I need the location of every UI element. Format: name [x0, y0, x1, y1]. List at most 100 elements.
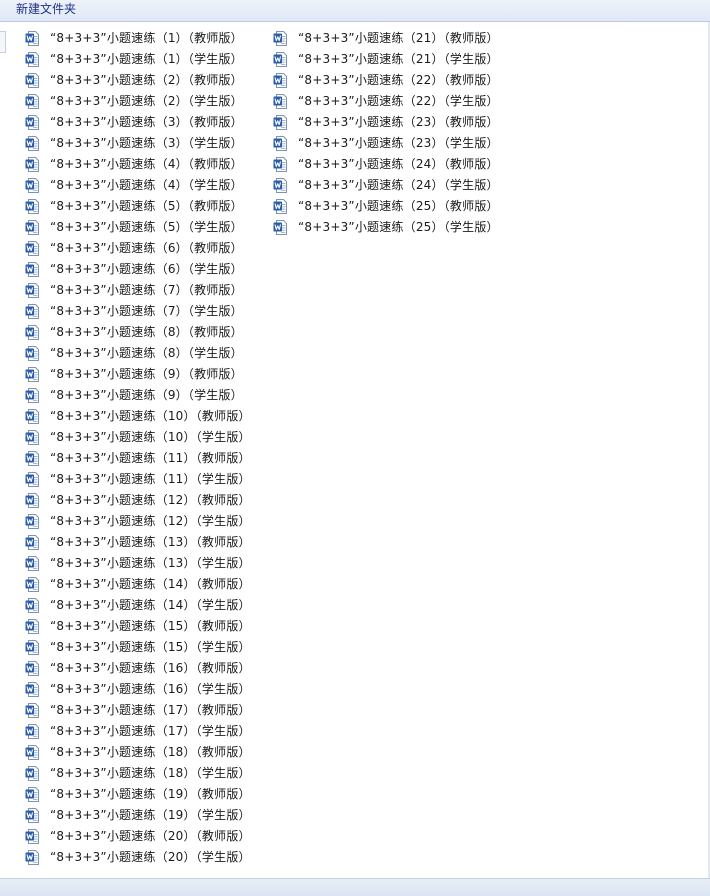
file-name: “8+3+3”小题速练（24）（教师版）: [298, 157, 499, 171]
file-item[interactable]: “8+3+3”小题速练（1）（学生版）: [25, 49, 251, 70]
file-item[interactable]: “8+3+3”小题速练（16）（教师版）: [25, 658, 251, 679]
file-name: “8+3+3”小题速练（25）（学生版）: [298, 220, 499, 234]
file-name: “8+3+3”小题速练（12）（教师版）: [50, 493, 251, 507]
file-item[interactable]: “8+3+3”小题速练（21）（教师版）: [273, 28, 499, 49]
file-item[interactable]: “8+3+3”小题速练（8）（学生版）: [25, 343, 251, 364]
file-name: “8+3+3”小题速练（5）（学生版）: [50, 220, 243, 234]
word-doc-icon: [25, 682, 39, 697]
word-doc-icon: [25, 241, 39, 256]
file-item[interactable]: “8+3+3”小题速练（18）（教师版）: [25, 742, 251, 763]
file-name: “8+3+3”小题速练（8）（教师版）: [50, 325, 243, 339]
file-name: “8+3+3”小题速练（18）（学生版）: [50, 766, 251, 780]
word-doc-icon: [25, 178, 39, 193]
word-doc-icon: [25, 31, 39, 46]
file-name: “8+3+3”小题速练（22）（教师版）: [298, 73, 499, 87]
file-item[interactable]: “8+3+3”小题速练（4）（教师版）: [25, 154, 251, 175]
file-item[interactable]: “8+3+3”小题速练（3）（教师版）: [25, 112, 251, 133]
file-item[interactable]: “8+3+3”小题速练（12）（学生版）: [25, 511, 251, 532]
file-item[interactable]: “8+3+3”小题速练（13）（学生版）: [25, 553, 251, 574]
word-doc-icon: [25, 598, 39, 613]
file-name: “8+3+3”小题速练（23）（教师版）: [298, 115, 499, 129]
file-item[interactable]: “8+3+3”小题速练（6）（学生版）: [25, 259, 251, 280]
word-doc-icon: [273, 94, 287, 109]
word-doc-icon: [273, 115, 287, 130]
file-item[interactable]: “8+3+3”小题速练（14）（教师版）: [25, 574, 251, 595]
file-item[interactable]: “8+3+3”小题速练（8）（教师版）: [25, 322, 251, 343]
file-name: “8+3+3”小题速练（23）（学生版）: [298, 136, 499, 150]
word-doc-icon: [25, 661, 39, 676]
file-item[interactable]: “8+3+3”小题速练（11）（教师版）: [25, 448, 251, 469]
word-doc-icon: [25, 451, 39, 466]
file-item[interactable]: “8+3+3”小题速练（9）（教师版）: [25, 364, 251, 385]
word-doc-icon: [273, 157, 287, 172]
file-column-2: “8+3+3”小题速练（21）（教师版） “8+3+3”小题速练（21）（学生版）…: [273, 28, 499, 238]
file-item[interactable]: “8+3+3”小题速练（25）（学生版）: [273, 217, 499, 238]
file-name: “8+3+3”小题速练（17）（学生版）: [50, 724, 251, 738]
file-item[interactable]: “8+3+3”小题速练（2）（教师版）: [25, 70, 251, 91]
file-name: “8+3+3”小题速练（17）（教师版）: [50, 703, 251, 717]
file-name: “8+3+3”小题速练（18）（教师版）: [50, 745, 251, 759]
word-doc-icon: [25, 409, 39, 424]
file-item[interactable]: “8+3+3”小题速练（3）（学生版）: [25, 133, 251, 154]
file-item[interactable]: “8+3+3”小题速练（5）（教师版）: [25, 196, 251, 217]
file-item[interactable]: “8+3+3”小题速练（7）（学生版）: [25, 301, 251, 322]
file-name: “8+3+3”小题速练（16）（学生版）: [50, 682, 251, 696]
word-doc-icon: [25, 283, 39, 298]
file-item[interactable]: “8+3+3”小题速练（11）（学生版）: [25, 469, 251, 490]
file-item[interactable]: “8+3+3”小题速练（23）（教师版）: [273, 112, 499, 133]
file-item[interactable]: “8+3+3”小题速练（22）（教师版）: [273, 70, 499, 91]
file-item[interactable]: “8+3+3”小题速练（23）（学生版）: [273, 133, 499, 154]
word-doc-icon: [273, 220, 287, 235]
word-doc-icon: [273, 73, 287, 88]
file-item[interactable]: “8+3+3”小题速练（18）（学生版）: [25, 763, 251, 784]
file-item[interactable]: “8+3+3”小题速练（25）（教师版）: [273, 196, 499, 217]
file-item[interactable]: “8+3+3”小题速练（9）（学生版）: [25, 385, 251, 406]
word-doc-icon: [273, 199, 287, 214]
word-doc-icon: [25, 808, 39, 823]
file-name: “8+3+3”小题速练（9）（学生版）: [50, 388, 243, 402]
file-name: “8+3+3”小题速练（10）（学生版）: [50, 430, 251, 444]
file-item[interactable]: “8+3+3”小题速练（5）（学生版）: [25, 217, 251, 238]
word-doc-icon: [25, 73, 39, 88]
file-item[interactable]: “8+3+3”小题速练（10）（教师版）: [25, 406, 251, 427]
file-item[interactable]: “8+3+3”小题速练（17）（教师版）: [25, 700, 251, 721]
file-item[interactable]: “8+3+3”小题速练（16）（学生版）: [25, 679, 251, 700]
file-item[interactable]: “8+3+3”小题速练（19）（教师版）: [25, 784, 251, 805]
file-item[interactable]: “8+3+3”小题速练（14）（学生版）: [25, 595, 251, 616]
file-name: “8+3+3”小题速练（13）（学生版）: [50, 556, 251, 570]
word-doc-icon: [25, 472, 39, 487]
file-item[interactable]: “8+3+3”小题速练（7）（教师版）: [25, 280, 251, 301]
file-list-area[interactable]: “8+3+3”小题速练（1）（教师版） “8+3+3”小题速练（1）（学生版） “8…: [0, 22, 710, 878]
file-name: “8+3+3”小题速练（14）（教师版）: [50, 577, 251, 591]
word-doc-icon: [25, 787, 39, 802]
file-item[interactable]: “8+3+3”小题速练（4）（学生版）: [25, 175, 251, 196]
word-doc-icon: [25, 367, 39, 382]
file-name: “8+3+3”小题速练（7）（学生版）: [50, 304, 243, 318]
file-name: “8+3+3”小题速练（6）（教师版）: [50, 241, 243, 255]
file-name: “8+3+3”小题速练（15）（学生版）: [50, 640, 251, 654]
word-doc-icon: [25, 157, 39, 172]
file-item[interactable]: “8+3+3”小题速练（22）（学生版）: [273, 91, 499, 112]
file-item[interactable]: “8+3+3”小题速练（20）（学生版）: [25, 847, 251, 868]
file-name: “8+3+3”小题速练（16）（教师版）: [50, 661, 251, 675]
file-item[interactable]: “8+3+3”小题速练（17）（学生版）: [25, 721, 251, 742]
file-item[interactable]: “8+3+3”小题速练（19）（学生版）: [25, 805, 251, 826]
file-item[interactable]: “8+3+3”小题速练（15）（教师版）: [25, 616, 251, 637]
file-item[interactable]: “8+3+3”小题速练（13）（教师版）: [25, 532, 251, 553]
word-doc-icon: [25, 388, 39, 403]
file-item[interactable]: “8+3+3”小题速练（15）（学生版）: [25, 637, 251, 658]
file-name: “8+3+3”小题速练（15）（教师版）: [50, 619, 251, 633]
word-doc-icon: [25, 619, 39, 634]
file-item[interactable]: “8+3+3”小题速练（24）（学生版）: [273, 175, 499, 196]
file-item[interactable]: “8+3+3”小题速练（2）（学生版）: [25, 91, 251, 112]
file-item[interactable]: “8+3+3”小题速练（12）（教师版）: [25, 490, 251, 511]
file-name: “8+3+3”小题速练（25）（教师版）: [298, 199, 499, 213]
file-item[interactable]: “8+3+3”小题速练（24）（教师版）: [273, 154, 499, 175]
file-item[interactable]: “8+3+3”小题速练（10）（学生版）: [25, 427, 251, 448]
file-name: “8+3+3”小题速练（20）（学生版）: [50, 850, 251, 864]
file-item[interactable]: “8+3+3”小题速练（1）（教师版）: [25, 28, 251, 49]
file-item[interactable]: “8+3+3”小题速练（20）（教师版）: [25, 826, 251, 847]
file-item[interactable]: “8+3+3”小题速练（6）（教师版）: [25, 238, 251, 259]
file-name: “8+3+3”小题速练（24）（学生版）: [298, 178, 499, 192]
file-item[interactable]: “8+3+3”小题速练（21）（学生版）: [273, 49, 499, 70]
